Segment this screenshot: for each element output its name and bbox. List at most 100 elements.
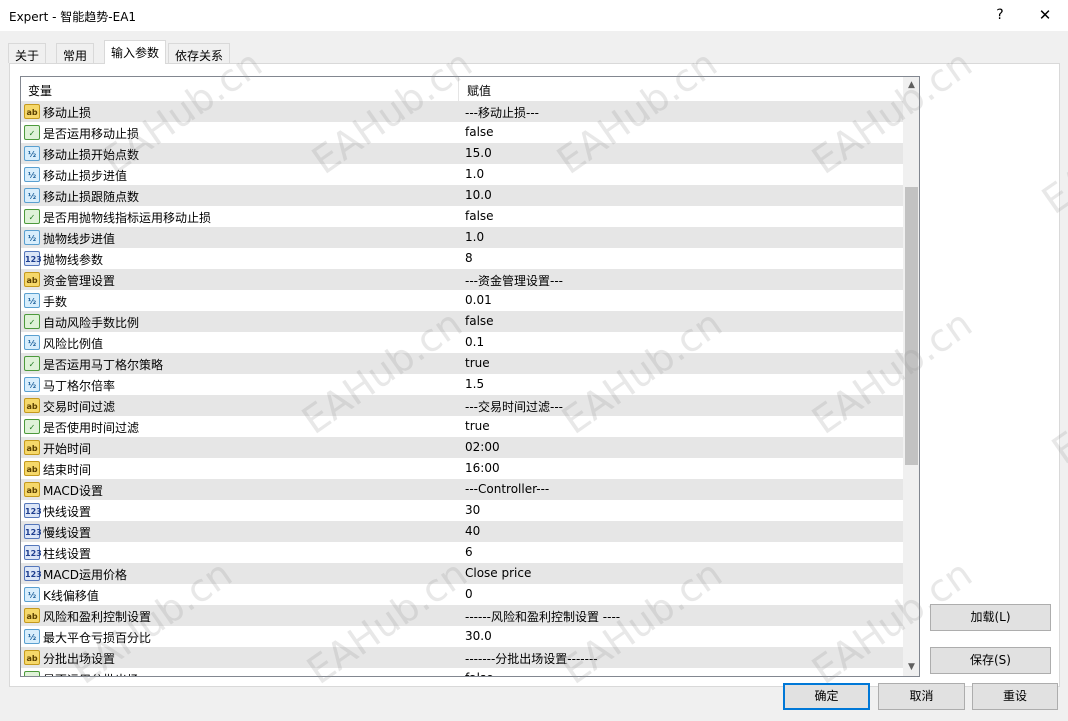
table-row[interactable]: ab 移动止损 ---移动止损--- bbox=[21, 101, 903, 122]
table-row[interactable]: ✓ 自动风险手数比例 false bbox=[21, 311, 903, 332]
header-value[interactable]: 赋值 bbox=[467, 82, 491, 99]
param-name: MACD设置 bbox=[43, 484, 103, 498]
param-value[interactable]: false bbox=[465, 125, 494, 139]
param-value[interactable]: 16:00 bbox=[465, 461, 500, 475]
string-param-icon: ab bbox=[24, 608, 40, 623]
int-param-icon: 123 bbox=[24, 251, 42, 266]
param-value[interactable]: 15.0 bbox=[465, 146, 492, 160]
table-row[interactable]: ab 开始时间 02:00 bbox=[21, 437, 903, 458]
param-value[interactable]: ------风险和盈利控制设置 ---- bbox=[465, 608, 620, 625]
parameters-table[interactable]: 变量 赋值 ab 移动止损 ---移动止损--- ✓ 是否运用移动止损 false ½ 移动止… bbox=[20, 76, 920, 677]
param-value[interactable]: ---Controller--- bbox=[465, 482, 549, 496]
param-value[interactable]: -------分批出场设置------- bbox=[465, 650, 598, 667]
help-button[interactable]: ? bbox=[978, 0, 1022, 31]
ok-button[interactable]: 确定 bbox=[783, 683, 870, 710]
param-value[interactable]: 40 bbox=[465, 524, 480, 538]
reset-button[interactable]: 重设 bbox=[972, 683, 1058, 710]
table-row[interactable]: ½ 风险比例值 0.1 bbox=[21, 332, 903, 353]
table-row[interactable]: ½ 移动止损开始点数 15.0 bbox=[21, 143, 903, 164]
param-value[interactable]: 1.0 bbox=[465, 167, 484, 181]
double-param-icon: ½ bbox=[24, 188, 40, 203]
param-value[interactable]: 0.1 bbox=[465, 335, 484, 349]
table-row[interactable]: ab 风险和盈利控制设置 ------风险和盈利控制设置 ---- bbox=[21, 605, 903, 626]
table-row[interactable]: ½ 马丁格尔倍率 1.5 bbox=[21, 374, 903, 395]
param-value[interactable]: false bbox=[465, 671, 494, 676]
param-value[interactable]: 0 bbox=[465, 587, 473, 601]
table-row[interactable]: ½ K线偏移值 0 bbox=[21, 584, 903, 605]
param-value[interactable]: 6 bbox=[465, 545, 473, 559]
string-param-icon: ab bbox=[24, 104, 40, 119]
table-row[interactable]: ✓ 是否运用移动止损 false bbox=[21, 122, 903, 143]
table-row[interactable]: 123 MACD运用价格 Close price bbox=[21, 563, 903, 584]
param-name: 抛物线步进值 bbox=[43, 232, 116, 246]
string-param-icon: ab bbox=[24, 398, 40, 413]
table-row[interactable]: ✓ 是否用抛物线指标运用移动止损 false bbox=[21, 206, 903, 227]
vertical-scrollbar[interactable]: ▲ ▼ bbox=[903, 77, 919, 676]
param-value[interactable]: 30 bbox=[465, 503, 480, 517]
scroll-thumb[interactable] bbox=[905, 187, 918, 465]
param-value[interactable]: 8 bbox=[465, 251, 473, 265]
table-row[interactable]: 123 抛物线参数 8 bbox=[21, 248, 903, 269]
double-param-icon: ½ bbox=[24, 587, 40, 602]
param-value[interactable]: ---交易时间过滤--- bbox=[465, 398, 563, 415]
table-row[interactable]: ab 资金管理设置 ---资金管理设置--- bbox=[21, 269, 903, 290]
param-value[interactable]: false bbox=[465, 209, 494, 223]
table-row[interactable]: 123 柱线设置 6 bbox=[21, 542, 903, 563]
param-value[interactable]: ---移动止损--- bbox=[465, 104, 539, 121]
double-param-icon: ½ bbox=[24, 167, 40, 182]
param-name: 移动止损跟随点数 bbox=[43, 190, 140, 204]
param-name: 交易时间过滤 bbox=[43, 400, 116, 414]
header-separator[interactable] bbox=[458, 77, 459, 101]
tab-about[interactable]: 关于 bbox=[8, 43, 47, 63]
close-button[interactable]: ✕ bbox=[1022, 0, 1068, 31]
param-name: 自动风险手数比例 bbox=[43, 316, 140, 330]
table-row[interactable]: ab 结束时间 16:00 bbox=[21, 458, 903, 479]
int-param-icon: 123 bbox=[24, 545, 42, 560]
table-row[interactable]: ✓是否运用分批出场 false bbox=[21, 668, 903, 676]
load-button[interactable]: 加载(L) bbox=[930, 604, 1051, 631]
param-name: 结束时间 bbox=[43, 463, 92, 477]
bool-param-icon: ✓ bbox=[24, 209, 40, 224]
table-row[interactable]: ½ 移动止损跟随点数 10.0 bbox=[21, 185, 903, 206]
int-param-icon: 123 bbox=[24, 566, 42, 581]
cancel-button[interactable]: 取消 bbox=[878, 683, 965, 710]
header-variable[interactable]: 变量 bbox=[28, 82, 52, 99]
scroll-down-icon[interactable]: ▼ bbox=[903, 659, 919, 676]
bool-param-icon: ✓ bbox=[24, 356, 40, 371]
table-row[interactable]: ab 交易时间过滤 ---交易时间过滤--- bbox=[21, 395, 903, 416]
table-row[interactable]: ab 分批出场设置 -------分批出场设置------- bbox=[21, 647, 903, 668]
table-row[interactable]: ½ 最大平仓亏损百分比 30.0 bbox=[21, 626, 903, 647]
scroll-up-icon[interactable]: ▲ bbox=[903, 77, 919, 94]
param-name: 开始时间 bbox=[43, 442, 92, 456]
param-name: K线偏移值 bbox=[43, 589, 99, 603]
window-title: Expert - 智能趋势-EA1 bbox=[9, 10, 137, 24]
bool-param-icon: ✓ bbox=[24, 125, 40, 140]
tab-dependencies[interactable]: 依存关系 bbox=[168, 43, 231, 63]
param-value[interactable]: true bbox=[465, 419, 490, 433]
param-value[interactable]: true bbox=[465, 356, 490, 370]
param-name: MACD运用价格 bbox=[43, 568, 127, 582]
table-row[interactable]: ab MACD设置 ---Controller--- bbox=[21, 479, 903, 500]
param-value[interactable]: 1.5 bbox=[465, 377, 484, 391]
save-button[interactable]: 保存(S) bbox=[930, 647, 1051, 674]
param-name: 是否运用移动止损 bbox=[43, 127, 140, 141]
table-row[interactable]: ✓ 是否使用时间过滤 true bbox=[21, 416, 903, 437]
param-value[interactable]: 0.01 bbox=[465, 293, 492, 307]
tab-inputs[interactable]: 输入参数 bbox=[104, 40, 167, 64]
table-row[interactable]: ½ 移动止损步进值 1.0 bbox=[21, 164, 903, 185]
table-row[interactable]: 123 慢线设置 40 bbox=[21, 521, 903, 542]
param-value[interactable]: Close price bbox=[465, 566, 531, 580]
param-value[interactable]: 10.0 bbox=[465, 188, 492, 202]
double-param-icon: ½ bbox=[24, 146, 40, 161]
table-row[interactable]: ✓ 是否运用马丁格尔策略 true bbox=[21, 353, 903, 374]
param-value[interactable]: 30.0 bbox=[465, 629, 492, 643]
table-row[interactable]: ½ 手数 0.01 bbox=[21, 290, 903, 311]
tab-common[interactable]: 常用 bbox=[56, 43, 95, 63]
param-value[interactable]: false bbox=[465, 314, 494, 328]
param-value[interactable]: ---资金管理设置--- bbox=[465, 272, 563, 289]
param-value[interactable]: 02:00 bbox=[465, 440, 500, 454]
param-name: 移动止损步进值 bbox=[43, 169, 128, 183]
table-row[interactable]: 123 快线设置 30 bbox=[21, 500, 903, 521]
table-row[interactable]: ½ 抛物线步进值 1.0 bbox=[21, 227, 903, 248]
param-value[interactable]: 1.0 bbox=[465, 230, 484, 244]
